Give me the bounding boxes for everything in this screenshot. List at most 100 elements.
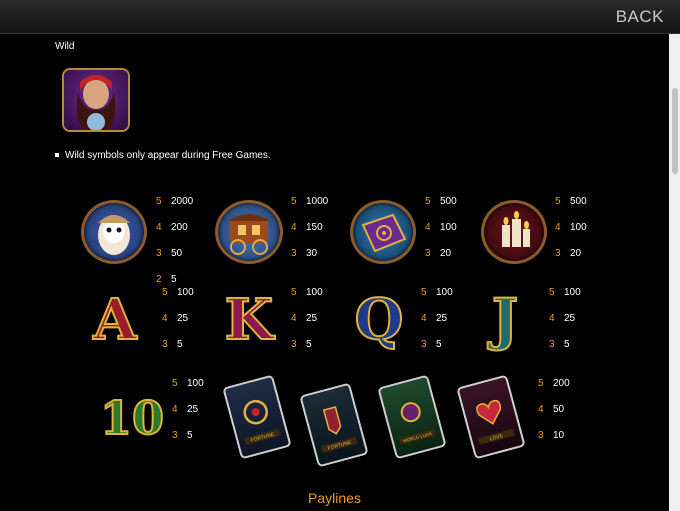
pay-row: 4 100	[555, 215, 587, 241]
candles-pays: 5 500 4 100 3 20	[555, 189, 587, 267]
ace-pays: 5 100 4 25 35	[162, 280, 194, 358]
tarot-card-label: FORTUNE	[327, 440, 352, 452]
pay-row: 5 100	[421, 280, 453, 306]
pay-value: 50	[553, 404, 565, 415]
pay-value: 1000	[306, 196, 329, 207]
pay-count: 5	[425, 196, 431, 207]
wagon-symbol-icon	[215, 200, 283, 264]
pay-count: 5	[555, 196, 561, 207]
pay-row: 4 25	[421, 306, 453, 332]
pay-count: 3	[291, 339, 297, 350]
tarot-card-icon: WORLD LUCK	[377, 374, 447, 460]
pay-value: 30	[306, 248, 318, 259]
wagon-pays: 5 1000 4 150 3 30	[291, 189, 328, 267]
spellbook-symbol-icon	[350, 200, 416, 264]
pay-row: 4 150	[291, 215, 328, 241]
jack-pays: 5 100 4 25 35	[549, 280, 581, 358]
pay-count: 5	[291, 287, 297, 298]
paytable-content: Wild Wild symbols only appear during Fre…	[0, 34, 669, 511]
pay-value: 2000	[171, 196, 194, 207]
pay-count: 4	[549, 313, 555, 324]
pay-count: 4	[425, 222, 431, 233]
pay-row: 4 100	[425, 215, 457, 241]
tarot-card-label: FORTUNE	[250, 432, 275, 444]
pay-count: 4	[538, 404, 544, 415]
pay-value: 100	[187, 378, 204, 389]
pay-row: 35	[291, 332, 323, 358]
pay-count: 5	[421, 287, 427, 298]
pay-count: 5	[156, 196, 162, 207]
tarot-card-icon: FORTUNE	[299, 382, 369, 468]
king-symbol-icon: K	[224, 287, 275, 353]
king-pays: 5 100 4 25 35	[291, 280, 323, 358]
pay-count: 5	[162, 287, 168, 298]
wild-note-text: Wild symbols only appear during Free Gam…	[65, 150, 271, 161]
spellbook-pays: 5 500 4 100 3 20	[425, 189, 457, 267]
pay-value: 100	[570, 222, 587, 233]
pay-count: 4	[156, 222, 162, 233]
pay-count: 5	[538, 378, 544, 389]
pay-value: 5	[187, 430, 193, 441]
pay-count: 3	[425, 248, 431, 259]
pay-count: 4	[421, 313, 427, 324]
tarot-card-label: LOVE	[489, 433, 504, 442]
pay-value: 25	[177, 313, 189, 324]
pay-count: 4	[172, 404, 178, 415]
pay-value: 5	[177, 339, 183, 350]
owl-symbol-icon	[81, 200, 147, 264]
pay-value: 20	[570, 248, 582, 259]
pay-row: 5 100	[549, 280, 581, 306]
pay-count: 3	[421, 339, 427, 350]
queen-pays: 5 100 4 25 35	[421, 280, 453, 358]
pay-value: 25	[564, 313, 576, 324]
owl-pays: 5 2000 4 200 3 50 25	[156, 189, 193, 293]
pay-value: 5	[564, 339, 570, 350]
scrollbar-thumb[interactable]	[672, 88, 678, 174]
pay-value: 50	[171, 248, 183, 259]
pay-row: 3 10	[538, 423, 570, 449]
pay-value: 25	[436, 313, 448, 324]
wild-symbol-icon	[62, 68, 130, 132]
queen-symbol-icon: Q	[354, 287, 405, 353]
pay-count: 5	[172, 378, 178, 389]
pay-value: 100	[436, 287, 453, 298]
pay-row: 4 25	[172, 397, 204, 423]
pay-row: 35	[421, 332, 453, 358]
pay-row: 5 500	[425, 189, 457, 215]
top-bar: BACK	[0, 0, 680, 34]
bullet-icon	[55, 153, 59, 158]
ace-symbol-icon: A	[92, 287, 137, 353]
pay-row: 3 30	[291, 241, 328, 267]
pay-row: 35	[549, 332, 581, 358]
candles-symbol-icon	[481, 200, 547, 264]
pay-count: 4	[162, 313, 168, 324]
pay-count: 4	[291, 222, 297, 233]
pay-count: 3	[156, 248, 162, 259]
tarot-cards-pays: 5 200 4 50 3 10	[538, 371, 570, 449]
pay-row: 5 2000	[156, 189, 193, 215]
pay-value: 150	[306, 222, 323, 233]
pay-value: 5	[436, 339, 442, 350]
pay-value: 20	[440, 248, 452, 259]
tarot-card-icon: LOVE	[456, 374, 526, 460]
wild-note: Wild symbols only appear during Free Gam…	[55, 150, 271, 161]
pay-row: 4 50	[538, 397, 570, 423]
tarot-card-icon: FORTUNE	[222, 374, 292, 460]
jack-symbol-icon: J	[491, 287, 520, 353]
pay-row: 35	[172, 423, 204, 449]
pay-row: 5 1000	[291, 189, 328, 215]
back-button[interactable]: BACK	[616, 7, 664, 27]
pay-row: 5 100	[291, 280, 323, 306]
pay-value: 200	[553, 378, 570, 389]
pay-count: 3	[291, 248, 297, 259]
pay-value: 100	[177, 287, 194, 298]
pay-value: 100	[306, 287, 323, 298]
pay-count: 3	[162, 339, 168, 350]
pay-count: 4	[555, 222, 561, 233]
pay-count: 3	[538, 430, 544, 441]
pay-count: 3	[172, 430, 178, 441]
pay-value: 25	[187, 404, 199, 415]
pay-row: 3 20	[425, 241, 457, 267]
pay-row: 5 100	[172, 371, 204, 397]
pay-count: 3	[555, 248, 561, 259]
